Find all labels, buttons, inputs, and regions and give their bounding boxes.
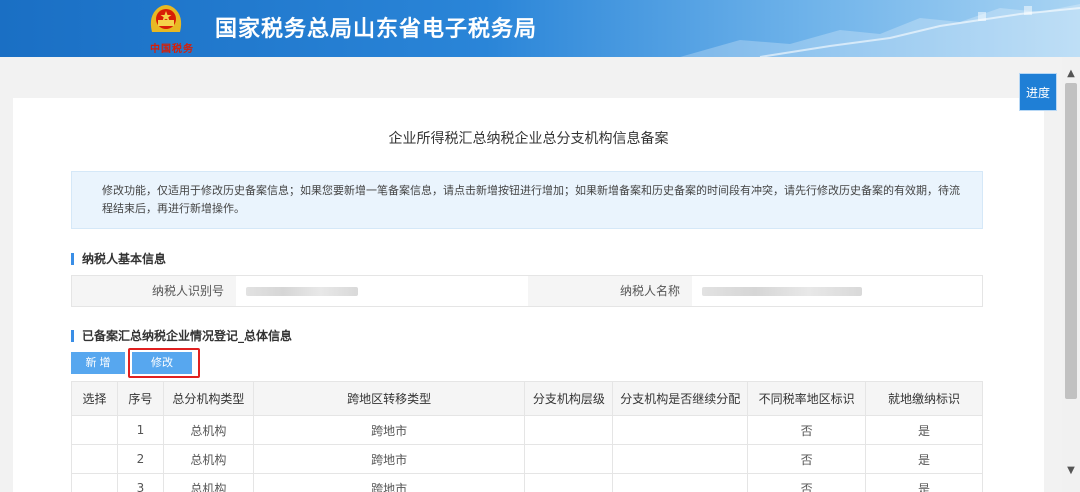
row-seq: 1 [116, 415, 164, 445]
row-rate-flag: 否 [747, 415, 867, 445]
row-transfer: 跨地市 [252, 473, 526, 492]
filing-table: 选择 序号 总分机构类型 跨地区转移类型 分支机构层级 分支机构是否继续分配 不… [71, 381, 983, 492]
taxpayer-id-label: 纳税人识别号 [72, 276, 236, 306]
row-select[interactable] [71, 415, 118, 445]
row-type: 总机构 [162, 415, 254, 445]
row-transfer: 跨地市 [252, 444, 526, 474]
col-rate-flag: 不同税率地区标识 [747, 381, 867, 416]
main-content: 企业所得税汇总纳税企业总分支机构信息备案 修改功能，仅适用于修改历史备案信息；如… [13, 98, 1044, 492]
table-row[interactable]: 3 总机构 跨地市 否 是 [71, 473, 983, 492]
row-continue [612, 444, 749, 474]
taxpayer-id-value [236, 276, 528, 306]
row-select[interactable] [71, 473, 118, 492]
col-select: 选择 [71, 381, 118, 416]
row-transfer: 跨地市 [252, 415, 526, 445]
row-rate-flag: 否 [747, 444, 867, 474]
edit-button[interactable]: 修改 [132, 352, 192, 374]
col-transfer: 跨地区转移类型 [252, 381, 526, 416]
progress-button[interactable]: 进度 [1019, 73, 1057, 111]
col-local-flag: 就地缴纳标识 [865, 381, 983, 416]
taxpayer-info-row: 纳税人识别号 纳税人名称 [71, 275, 983, 307]
site-header: 中国税务 国家税务总局山东省电子税务局 [0, 0, 1080, 57]
vertical-scrollbar[interactable]: ▲ ▼ [1062, 57, 1080, 492]
taxpayer-name-label: 纳税人名称 [528, 276, 692, 306]
notice-box: 修改功能，仅适用于修改历史备案信息；如果您要新增一笔备案信息，请点击新增按钮进行… [71, 171, 983, 229]
section-title-filing: 已备案汇总纳税企业情况登记_总体信息 [71, 330, 292, 342]
col-type: 总分机构类型 [162, 381, 254, 416]
chevron-up-icon[interactable]: ▲ [1062, 65, 1080, 83]
row-level [524, 415, 614, 445]
row-select[interactable] [71, 444, 118, 474]
row-local-flag: 是 [865, 415, 983, 445]
row-type: 总机构 [162, 444, 254, 474]
section-title-taxpayer: 纳税人基本信息 [71, 253, 166, 265]
redacted-value [702, 287, 862, 296]
page-title: 企业所得税汇总纳税企业总分支机构信息备案 [388, 131, 669, 147]
row-level [524, 444, 614, 474]
row-rate-flag: 否 [747, 473, 867, 492]
row-seq: 3 [116, 473, 164, 492]
col-seq: 序号 [116, 381, 164, 416]
chevron-down-icon[interactable]: ▼ [1062, 462, 1080, 480]
table-header-row: 选择 序号 总分机构类型 跨地区转移类型 分支机构层级 分支机构是否继续分配 不… [71, 381, 983, 416]
row-level [524, 473, 614, 492]
row-local-flag: 是 [865, 473, 983, 492]
emblem-script-logo: 中国税务 [150, 44, 194, 55]
great-wall-decoration-icon [680, 4, 1080, 57]
table-row[interactable]: 1 总机构 跨地市 否 是 [71, 415, 983, 445]
scrollbar-thumb[interactable] [1065, 83, 1077, 399]
site-title: 国家税务总局山东省电子税务局 [215, 17, 538, 42]
col-continue: 分支机构是否继续分配 [612, 381, 749, 416]
add-button[interactable]: 新 增 [71, 352, 125, 374]
taxpayer-name-value [692, 276, 982, 306]
redacted-value [246, 287, 358, 296]
row-continue [612, 415, 749, 445]
table-row[interactable]: 2 总机构 跨地市 否 是 [71, 444, 983, 474]
col-level: 分支机构层级 [524, 381, 614, 416]
row-local-flag: 是 [865, 444, 983, 474]
row-seq: 2 [116, 444, 164, 474]
row-type: 总机构 [162, 473, 254, 492]
national-emblem-icon [150, 5, 182, 32]
row-continue [612, 473, 749, 492]
